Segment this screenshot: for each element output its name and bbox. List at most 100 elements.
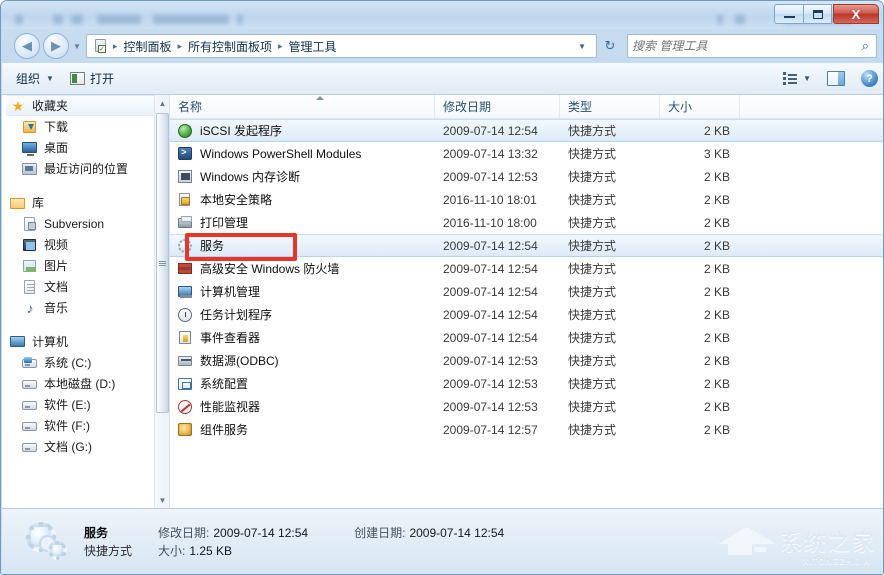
sidebar-item-subversion[interactable]: Subversion — [2, 213, 169, 234]
firewall-icon — [178, 261, 194, 277]
table-row[interactable]: 打印管理 2016-11-10 18:00 快捷方式 2 KB — [170, 211, 883, 234]
table-row[interactable]: iSCSI 发起程序 2009-07-14 12:54 快捷方式 2 KB — [170, 119, 883, 142]
open-button[interactable]: 打开 — [62, 66, 122, 91]
table-row[interactable]: 任务计划程序 2009-07-14 12:54 快捷方式 2 KB — [170, 303, 883, 326]
file-type-cell: 快捷方式 — [568, 170, 617, 184]
sidebar-item-downloads[interactable]: 下载 — [2, 116, 169, 137]
details-size-value: 1.25 KB — [189, 543, 233, 558]
table-row[interactable]: 高级安全 Windows 防火墙 2009-07-14 12:54 快捷方式 2… — [170, 257, 883, 280]
table-row[interactable]: 计算机管理 2009-07-14 12:54 快捷方式 2 KB — [170, 280, 883, 303]
help-icon[interactable]: ? — [861, 70, 878, 87]
sidebar-item-drive-d[interactable]: 本地磁盘 (D:) — [2, 373, 169, 394]
search-box[interactable]: ⌕ — [627, 34, 877, 58]
maximize-button[interactable] — [803, 4, 832, 24]
blurred-title-content — [1, 15, 883, 29]
breadcrumb-separator-2[interactable]: ▸ — [276, 41, 285, 52]
print-management-icon — [178, 215, 194, 231]
column-header-date[interactable]: 修改日期 — [435, 95, 560, 118]
performance-monitor-icon — [178, 399, 194, 415]
preview-pane-button[interactable] — [819, 67, 853, 90]
view-mode-button[interactable]: ▼ — [775, 68, 819, 89]
table-row[interactable]: 数据源(ODBC) 2009-07-14 12:53 快捷方式 2 KB — [170, 349, 883, 372]
organize-label: 组织 — [16, 72, 41, 86]
scroll-up-icon[interactable]: ▲ — [155, 95, 169, 111]
table-row[interactable]: 组件服务 2009-07-14 12:57 快捷方式 2 KB — [170, 418, 883, 441]
sidebar-item-label: 最近访问的位置 — [44, 162, 129, 176]
file-name-cell: 打印管理 — [170, 214, 435, 231]
minimize-button[interactable] — [774, 4, 803, 24]
scroll-down-icon[interactable]: ▼ — [155, 492, 169, 508]
file-size-cell: 2 KB — [703, 123, 730, 138]
back-button[interactable]: ◀ — [14, 33, 40, 59]
organize-button[interactable]: 组织 ▼ — [8, 66, 62, 91]
file-size-cell: 2 KB — [703, 330, 730, 345]
sidebar-item-label: Subversion — [44, 216, 105, 231]
sidebar-item-videos[interactable]: 视频 — [2, 234, 169, 255]
details-created-value: 2009-07-14 12:54 — [409, 525, 505, 540]
scrollbar-thumb[interactable] — [156, 113, 169, 413]
file-name-cell: 组件服务 — [170, 421, 435, 438]
view-list-icon — [783, 72, 798, 85]
details-modified-value: 2009-07-14 12:54 — [213, 525, 309, 540]
breadcrumb-dropdown-icon[interactable]: ▼ — [572, 42, 592, 51]
file-size-cell: 2 KB — [703, 307, 730, 322]
column-header-name[interactable]: 名称 — [170, 95, 435, 118]
refresh-icon[interactable]: ↻ — [599, 35, 621, 57]
details-created-label: 创建日期: — [354, 525, 406, 540]
file-type-cell: 快捷方式 — [568, 377, 617, 391]
sidebar-item-drive-f[interactable]: 软件 (F:) — [2, 415, 169, 436]
watermark-text: 系统之家 XITONGZHIJIA — [779, 530, 876, 566]
table-row[interactable]: 系统配置 2009-07-14 12:53 快捷方式 2 KB — [170, 372, 883, 395]
sidebar-item-music[interactable]: ♪ 音乐 — [2, 297, 169, 318]
navigation-scrollbar[interactable]: ▲ ▼ — [154, 95, 169, 508]
file-type-cell: 快捷方式 — [568, 239, 617, 253]
sidebar-group-favorites[interactable]: ★ 收藏夹 — [6, 95, 161, 116]
close-button[interactable]: X — [833, 4, 879, 24]
sidebar-item-pictures[interactable]: 图片 — [2, 255, 169, 276]
breadcrumb-bar[interactable]: ✓ ▸ 控制面板 ▸ 所有控制面板项 ▸ 管理工具 ▼ — [85, 34, 597, 58]
breadcrumb-separator-1[interactable]: ▸ — [175, 41, 184, 52]
sidebar-item-drive-c[interactable]: 系统 (C:) — [2, 352, 169, 373]
navigation-pane: ★ 收藏夹 下载 桌面 最近访问的位置 库 Subversion 视频 图片 文… — [2, 95, 170, 508]
file-date-cell: 2016-11-10 18:00 — [443, 215, 537, 230]
sidebar-item-label: 本地磁盘 (D:) — [44, 377, 116, 391]
sidebar-item-drive-g[interactable]: 文档 (G:) — [2, 436, 169, 457]
table-row[interactable]: Windows 内存诊断 2009-07-14 12:53 快捷方式 2 KB — [170, 165, 883, 188]
services-gears-icon — [24, 521, 70, 563]
breadcrumb-item-1[interactable]: 所有控制面板项 — [184, 36, 276, 57]
sidebar-group-computer[interactable]: 计算机 — [2, 331, 169, 352]
recent-pages-caret-icon[interactable]: ▼ — [73, 42, 81, 51]
column-headers: 名称 修改日期 类型 大小 — [170, 95, 883, 119]
column-header-type[interactable]: 类型 — [560, 95, 660, 118]
library-icon — [10, 195, 26, 211]
task-scheduler-icon — [178, 307, 194, 323]
file-name-cell: Windows PowerShell Modules — [170, 146, 435, 162]
breadcrumb-item-2[interactable]: 管理工具 — [285, 36, 341, 57]
sidebar-group-label: 收藏夹 — [32, 99, 69, 113]
file-name-cell: 高级安全 Windows 防火墙 — [170, 260, 435, 277]
table-row[interactable]: 性能监视器 2009-07-14 12:53 快捷方式 2 KB — [170, 395, 883, 418]
sidebar-group-libraries[interactable]: 库 — [2, 192, 169, 213]
search-input[interactable] — [632, 39, 862, 53]
file-date-cell: 2009-07-14 12:54 — [443, 123, 538, 138]
sidebar-item-desktop[interactable]: 桌面 — [2, 137, 169, 158]
file-name-cell: 本地安全策略 — [170, 191, 435, 208]
file-type-cell: 快捷方式 — [568, 262, 617, 276]
sidebar-item-label: 软件 (E:) — [44, 398, 91, 412]
table-row[interactable]: Windows PowerShell Modules 2009-07-14 13… — [170, 142, 883, 165]
sidebar-item-documents[interactable]: 文档 — [2, 276, 169, 297]
table-row[interactable]: 本地安全策略 2016-11-10 18:01 快捷方式 2 KB — [170, 188, 883, 211]
sidebar-item-drive-e[interactable]: 软件 (E:) — [2, 394, 169, 415]
breadcrumb-item-0[interactable]: 控制面板 — [119, 36, 175, 57]
forward-button[interactable]: ▶ — [43, 33, 69, 59]
file-name-cell: 系统配置 — [170, 375, 435, 392]
sidebar-item-recent-places[interactable]: 最近访问的位置 — [2, 158, 169, 179]
column-header-size[interactable]: 大小 — [660, 95, 740, 118]
file-type-cell: 快捷方式 — [568, 354, 617, 368]
sidebar-item-label: 文档 — [44, 280, 69, 294]
star-icon: ★ — [11, 97, 25, 114]
search-icon[interactable]: ⌕ — [862, 38, 872, 54]
table-row[interactable]: 事件查看器 2009-07-14 12:54 快捷方式 2 KB — [170, 326, 883, 349]
file-name-label: 性能监视器 — [200, 400, 261, 414]
table-row-services[interactable]: 服务 2009-07-14 12:54 快捷方式 2 KB — [170, 234, 883, 257]
